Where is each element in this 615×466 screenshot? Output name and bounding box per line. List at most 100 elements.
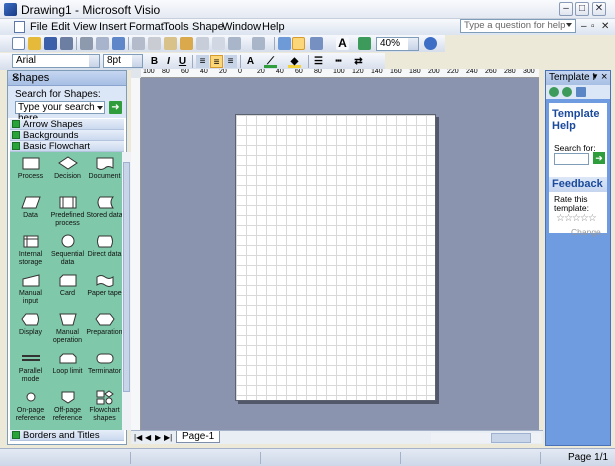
maximize-button[interactable]: □: [575, 2, 589, 16]
search-dropdown-icon[interactable]: [97, 106, 103, 110]
line-color-icon[interactable]: ⟋: [264, 55, 277, 68]
open-icon[interactable]: [28, 37, 41, 50]
line-pattern-icon[interactable]: ┅: [332, 55, 345, 68]
stencil-shape-process[interactable]: Process: [12, 155, 49, 193]
stencil-shape-display[interactable]: Display: [12, 311, 49, 349]
drawing-canvas[interactable]: [141, 78, 539, 430]
home-icon[interactable]: [576, 87, 586, 97]
pointer-tool-icon[interactable]: [292, 37, 305, 50]
stencil-arrow-shapes[interactable]: Arrow Shapes: [10, 119, 124, 130]
menu-tools[interactable]: Tools: [163, 21, 189, 33]
paste-icon[interactable]: [180, 37, 193, 50]
stencil-shape-decision[interactable]: Decision: [49, 155, 86, 193]
horizontal-scrollbar[interactable]: [431, 433, 541, 443]
stencil-shape-predefined-process[interactable]: Predefined process: [49, 194, 86, 232]
horizontal-scroll-thumb[interactable]: [491, 433, 531, 443]
stencils-icon[interactable]: [278, 37, 291, 50]
prev-page-icon[interactable]: ◀: [145, 433, 151, 442]
template-search-input[interactable]: [554, 153, 589, 165]
redo-icon[interactable]: [252, 37, 265, 50]
font-dropdown-icon[interactable]: [89, 55, 99, 67]
stencil-shape-manual-input[interactable]: Manual input: [12, 272, 49, 310]
drawing-page[interactable]: [235, 114, 436, 401]
stencil-shape-stored-data[interactable]: Stored data: [86, 194, 123, 232]
stencil-scroll-thumb[interactable]: [123, 162, 130, 392]
search-go-icon[interactable]: ➜: [109, 101, 122, 114]
stencil-shape-paper-tape[interactable]: Paper tape: [86, 272, 123, 310]
change-link[interactable]: Change...: [571, 227, 608, 237]
line-ends-icon[interactable]: ⇄: [352, 55, 365, 68]
stencil-shape-card[interactable]: Card: [49, 272, 86, 310]
fill-color-icon[interactable]: ◆: [288, 55, 301, 68]
delete-icon[interactable]: [212, 37, 225, 50]
menu-insert[interactable]: Insert: [99, 21, 127, 33]
connector-tool-icon[interactable]: [310, 37, 323, 50]
task-pane-title[interactable]: Template I: [549, 72, 595, 83]
menu-help[interactable]: Help: [262, 21, 285, 33]
shape-search-input[interactable]: Type your search here: [15, 101, 105, 124]
stencil-shape-terminator[interactable]: Terminator: [86, 350, 123, 388]
visio-app-icon[interactable]: [4, 3, 17, 16]
menu-format[interactable]: Format: [129, 21, 164, 33]
template-search-go-icon[interactable]: ➜: [593, 152, 605, 164]
next-page-icon[interactable]: ▶: [155, 433, 161, 442]
zoom-dropdown-icon[interactable]: [408, 38, 418, 50]
underline-button[interactable]: U: [176, 55, 189, 68]
task-pane-dropdown-icon[interactable]: ▼: [591, 72, 599, 81]
line-weight-icon[interactable]: ☰: [312, 55, 325, 68]
shapes-close-icon[interactable]: ×: [12, 72, 122, 84]
new-icon[interactable]: [12, 37, 25, 50]
last-page-icon[interactable]: ▶|: [164, 433, 172, 442]
stencil-shape-parallel-mode[interactable]: Parallel mode: [12, 350, 49, 388]
help-icon[interactable]: [424, 37, 437, 50]
stencil-shape-on-page-reference[interactable]: On-page reference: [12, 389, 49, 427]
close-button[interactable]: ✕: [592, 2, 606, 16]
stencil-shape-preparation[interactable]: Preparation: [86, 311, 123, 349]
font-size-dropdown-icon[interactable]: [132, 55, 142, 67]
save-icon[interactable]: [44, 37, 57, 50]
print-preview-icon[interactable]: [96, 37, 109, 50]
stencil-shape-manual-operation[interactable]: Manual operation: [49, 311, 86, 349]
stencil-basic-flowchart[interactable]: Basic Flowchart Shapes: [10, 141, 124, 163]
zoom-combo[interactable]: 40%: [376, 37, 419, 51]
print-icon[interactable]: [80, 37, 93, 50]
align-center-icon[interactable]: ≡: [210, 55, 223, 68]
font-size-combo[interactable]: 8pt: [103, 54, 143, 68]
undo-icon[interactable]: [228, 37, 241, 50]
doc-close-button[interactable]: ✕: [601, 21, 609, 32]
spelling-icon[interactable]: [112, 37, 125, 50]
ink-icon[interactable]: [358, 37, 371, 50]
italic-button[interactable]: I: [162, 55, 175, 68]
align-right-icon[interactable]: ≡: [224, 55, 237, 68]
doc-restore-button[interactable]: ▫: [591, 21, 595, 32]
menu-view[interactable]: View: [73, 21, 97, 33]
font-combo[interactable]: Arial: [12, 54, 100, 68]
menu-file[interactable]: File: [30, 21, 48, 33]
stencil-scrollbar[interactable]: [122, 152, 131, 430]
permission-icon[interactable]: [60, 37, 73, 50]
text-tool-icon[interactable]: A: [336, 37, 349, 50]
document-icon[interactable]: [14, 21, 25, 33]
stencil-shape-data[interactable]: Data: [12, 194, 49, 232]
doc-minimize-button[interactable]: –: [581, 21, 587, 32]
stencil-shape-document[interactable]: Document: [86, 155, 123, 193]
format-painter-icon[interactable]: [196, 37, 209, 50]
menu-shape[interactable]: Shape: [192, 21, 224, 33]
stencil-shape-off-page-reference[interactable]: Off-page reference: [49, 389, 86, 427]
stencil-backgrounds[interactable]: Backgrounds: [10, 130, 124, 141]
rating-stars[interactable]: ☆☆☆☆☆: [556, 213, 597, 224]
research-icon[interactable]: [132, 37, 145, 50]
stencil-shape-direct-data[interactable]: Direct data: [86, 233, 123, 271]
font-color-icon[interactable]: A: [244, 55, 257, 68]
cut-icon[interactable]: [148, 37, 161, 50]
copy-icon[interactable]: [164, 37, 177, 50]
vertical-ruler[interactable]: [131, 78, 141, 430]
forward-icon[interactable]: [562, 87, 572, 97]
ask-dropdown-arrow-icon[interactable]: [566, 23, 572, 27]
bold-button[interactable]: B: [148, 55, 161, 68]
first-page-icon[interactable]: |◀: [134, 433, 142, 442]
ask-question-input[interactable]: Type a question for help: [460, 19, 576, 33]
page-tab[interactable]: Page-1: [176, 431, 220, 443]
minimize-button[interactable]: –: [559, 2, 573, 16]
stencil-borders-titles[interactable]: Borders and Titles: [10, 430, 124, 441]
